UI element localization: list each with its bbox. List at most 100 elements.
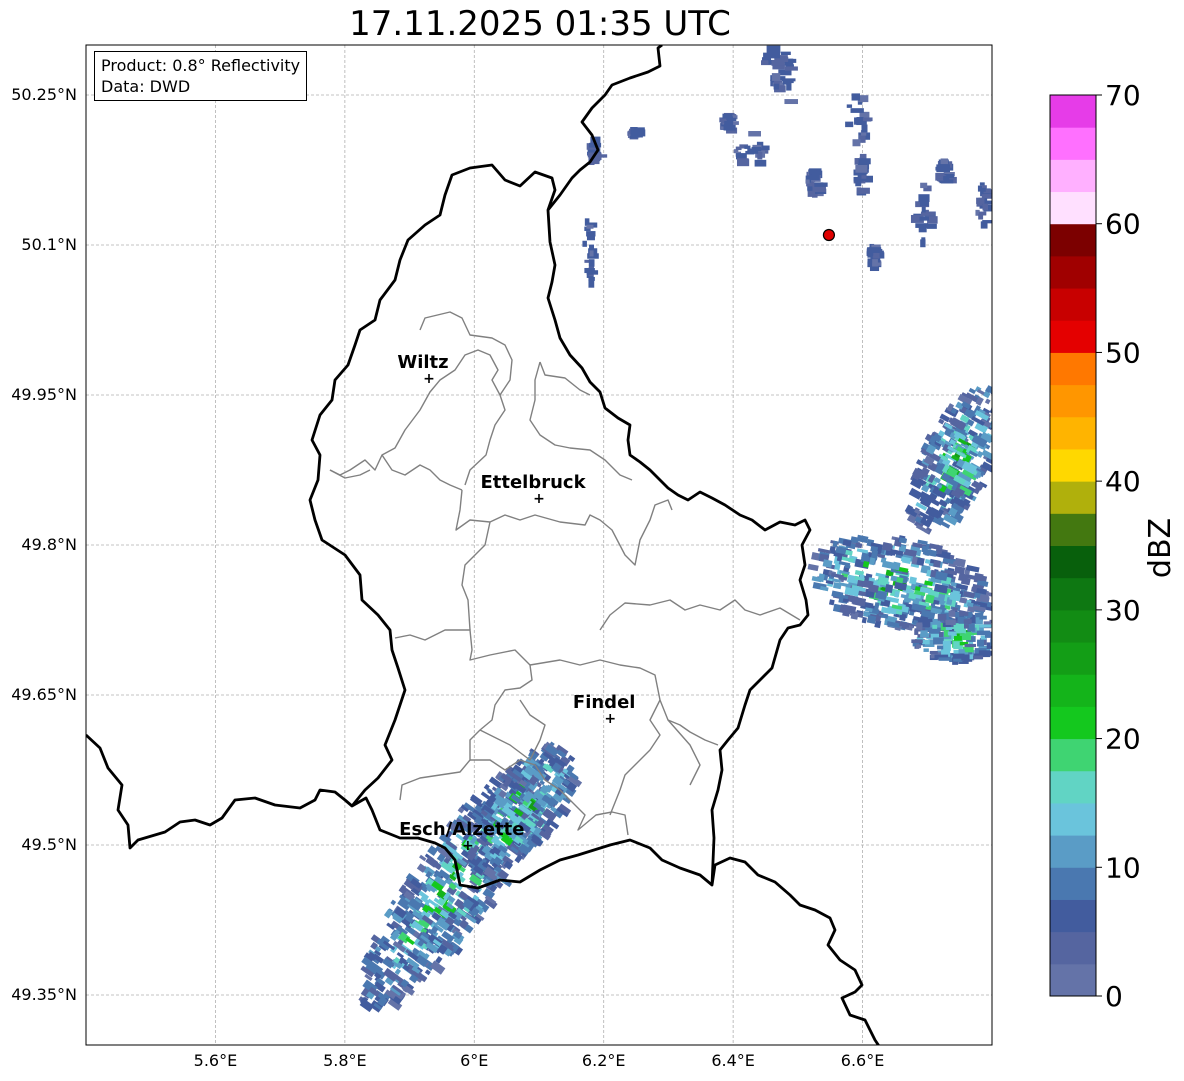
boundary-grevenmacher — [599, 599, 801, 631]
colorbar-segment — [1050, 352, 1096, 386]
echo-cell — [851, 93, 861, 101]
colorbar-tick-label: 10 — [1105, 851, 1141, 884]
colorbar-segment — [1050, 191, 1096, 225]
city-label: Esch/Alzette — [399, 819, 524, 840]
echo-cell — [922, 639, 930, 645]
echo-cell — [855, 180, 862, 187]
echo-cell — [744, 145, 751, 149]
echo-cell — [924, 559, 931, 565]
colorbar-segment — [1050, 159, 1096, 193]
echo-cell — [998, 396, 1008, 406]
echo-cell — [963, 619, 972, 624]
echo-cell — [908, 487, 923, 500]
colorbar-tick-label: 40 — [1105, 465, 1141, 498]
echo-cell — [989, 406, 992, 416]
echo-sparse — [582, 218, 599, 288]
colorbar-segment — [1050, 481, 1096, 514]
colorbar-segment — [1050, 835, 1096, 868]
city-marker-plus: + — [462, 838, 474, 854]
echo-cell — [724, 120, 734, 127]
echo-cell — [751, 146, 762, 152]
echo-cell — [919, 200, 929, 207]
echo-cell — [991, 445, 992, 452]
echo-cell — [390, 899, 397, 906]
colorbar-tick-label: 60 — [1105, 208, 1141, 241]
echo-cell — [937, 645, 944, 650]
echo-sparse — [853, 153, 873, 196]
echo-cell — [784, 66, 798, 71]
echo-cell — [921, 206, 926, 213]
echo-sparse — [805, 168, 828, 198]
lon-tick-label: 6.2°E — [582, 1051, 626, 1070]
colorbar-segment — [1050, 127, 1096, 160]
lat-tick-label: 49.5°N — [21, 835, 77, 854]
colorbar-tick-label: 70 — [1105, 79, 1141, 112]
colorbar-segment — [1050, 931, 1096, 965]
echo-cell — [920, 633, 930, 638]
lat-tick-label: 49.35°N — [11, 985, 77, 1004]
boundary-redange — [329, 469, 371, 479]
echo-cell — [822, 559, 833, 568]
radar-site-marker — [822, 228, 836, 242]
echo-cell — [851, 596, 867, 607]
echo-cell — [807, 190, 815, 197]
echo-cell — [852, 139, 861, 147]
colorbar-segment — [1050, 223, 1096, 257]
echo-cell — [959, 611, 969, 616]
echo-cell — [861, 175, 867, 179]
echo-cell — [861, 124, 868, 133]
echo-cell — [850, 108, 864, 113]
lon-tick-label: 6.6°E — [841, 1051, 885, 1070]
echo-cell — [582, 240, 587, 247]
echo-cell — [820, 586, 829, 592]
colorbar-segment — [1050, 963, 1096, 997]
echo-cell — [1000, 418, 1011, 428]
echo-cell — [993, 630, 1001, 635]
echo-cell — [994, 643, 998, 647]
echo-cell — [998, 405, 1011, 415]
city-findel: +Findel — [573, 692, 636, 727]
lat-tick-label: 49.95°N — [11, 385, 77, 404]
colorbar-segment — [1050, 867, 1096, 900]
colorbar-segment — [1050, 706, 1096, 740]
product-text: Product: 0.8° Reflectivity — [101, 56, 301, 75]
echo-cell — [976, 197, 985, 204]
echo-cell — [769, 50, 781, 59]
echo-cell — [858, 158, 871, 165]
echo-cell — [588, 279, 595, 288]
echo-cell — [916, 622, 923, 630]
echo-cell — [856, 187, 870, 194]
city-marker-plus: + — [604, 711, 616, 727]
echo-cell — [997, 428, 1007, 435]
echo-cell — [911, 639, 923, 644]
echo-sparse — [627, 127, 646, 140]
boundary-diekirch — [529, 361, 633, 481]
echo-cell — [914, 629, 919, 635]
echo-cell — [918, 194, 930, 202]
echo-cell — [773, 83, 780, 90]
echo-cell — [1002, 416, 1013, 424]
echo-sparse — [733, 131, 770, 167]
product-info-box: Product: 0.8° Reflectivity Data: DWD — [94, 51, 308, 101]
border-luxembourg — [86, 163, 881, 1045]
echo-cell — [995, 440, 1007, 451]
colorbar-segment — [1050, 609, 1096, 643]
echo-cell — [809, 174, 820, 181]
city-label: Ettelbruck — [480, 472, 586, 493]
echo-cell — [998, 423, 1012, 435]
echo-cell — [948, 610, 956, 617]
echo-cell — [884, 583, 894, 594]
echo-cell — [754, 159, 767, 167]
echo-cell — [936, 164, 950, 173]
echo-cell — [872, 259, 878, 267]
echo-sparse — [910, 182, 938, 248]
echo-cell — [784, 56, 789, 62]
lon-tick-label: 6.4°E — [711, 1051, 755, 1070]
lat-tick-label: 49.65°N — [11, 685, 77, 704]
border-de-be — [546, 45, 663, 211]
colorbar-segment — [1050, 738, 1096, 772]
echo-cell — [922, 548, 937, 557]
colorbar-segment — [1050, 320, 1096, 353]
echo-cell — [979, 624, 992, 628]
echo-cell — [921, 237, 926, 241]
